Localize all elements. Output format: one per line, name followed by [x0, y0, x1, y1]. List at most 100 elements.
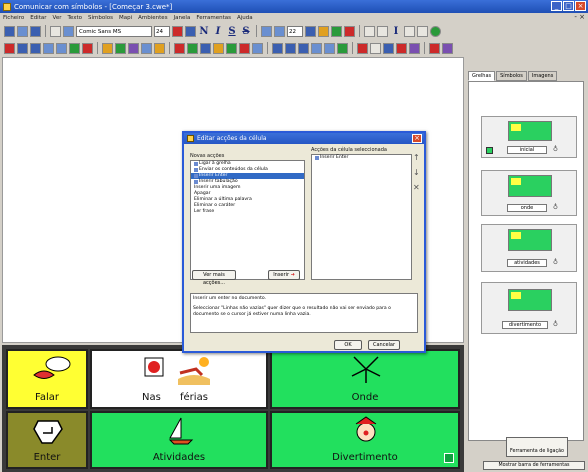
action-icon[interactable] [409, 42, 420, 54]
grid-tool-icon[interactable] [56, 42, 67, 54]
align-icon[interactable] [285, 42, 296, 54]
action-icon[interactable] [429, 42, 440, 54]
symbol-icon[interactable] [305, 25, 316, 37]
menu-ajuda[interactable]: Ajuda [237, 15, 253, 21]
font-select[interactable]: Comic Sans MS [76, 25, 152, 37]
page-icon[interactable] [417, 25, 428, 37]
paste-icon[interactable] [63, 25, 74, 37]
delete-grid-icon[interactable]: ♁ [552, 204, 559, 211]
cell-nas-ferias[interactable]: Nas férias [90, 349, 268, 409]
grid-tool-icon[interactable] [226, 42, 237, 54]
mostrar-barra-button[interactable]: Mostrar barra de ferramentas [483, 461, 585, 470]
align-icon[interactable] [324, 42, 335, 54]
play-icon[interactable] [430, 25, 441, 37]
numbered-list-icon[interactable] [261, 25, 272, 37]
align-icon[interactable] [311, 42, 322, 54]
action-icon[interactable] [370, 42, 381, 54]
grid-tool-icon[interactable] [252, 42, 263, 54]
menu-ver[interactable]: Ver [53, 15, 62, 21]
grid-tool-icon[interactable] [187, 42, 198, 54]
picture-icon[interactable] [318, 25, 329, 37]
grid-tool-icon[interactable] [213, 42, 224, 54]
italic-button[interactable]: I [212, 26, 224, 37]
ver-mais-acoes-button[interactable]: Ver mais acções... [192, 270, 236, 286]
highlight-icon[interactable] [344, 25, 355, 37]
cell-atividades[interactable]: Atividades [90, 411, 268, 469]
ok-button[interactable]: OK [334, 340, 362, 350]
grid-tool-icon[interactable] [69, 42, 80, 54]
inserir-button[interactable]: Inserir ➜ [268, 270, 300, 280]
move-up-icon[interactable]: ↑ [413, 153, 421, 162]
close-window-button[interactable]: × [575, 1, 586, 11]
font-size-select[interactable]: 24 [154, 25, 170, 37]
cell-enter[interactable]: Enter [6, 411, 88, 469]
grid-thumbnail[interactable] [508, 289, 552, 311]
novas-acoes-list[interactable]: Ligar à grelha Enviar os conteúdos da cé… [190, 160, 305, 280]
redo-icon[interactable] [377, 25, 388, 37]
color-icon[interactable] [172, 25, 183, 37]
move-down-icon[interactable]: ↓ [413, 168, 421, 177]
menu-simbolos[interactable]: Símbolos [88, 15, 113, 21]
symbol-size-select[interactable]: 22 [287, 25, 303, 37]
action-icon[interactable] [357, 42, 368, 54]
underline-button[interactable]: S [226, 26, 238, 37]
action-icon[interactable] [442, 42, 453, 54]
cell-divertimento[interactable]: Divertimento [270, 411, 460, 469]
menu-texto[interactable]: Texto [68, 15, 83, 21]
dialog-close-button[interactable]: × [412, 134, 422, 143]
maximize-button[interactable]: □ [563, 1, 574, 11]
menu-editar[interactable]: Editar [30, 15, 46, 21]
grid-tool-icon[interactable] [200, 42, 211, 54]
home-icon[interactable] [444, 453, 454, 463]
pointer-icon[interactable] [404, 25, 415, 37]
grid-name-inicial[interactable]: inicial [507, 146, 547, 154]
ferramenta-ligacao-button[interactable]: Ferramenta de ligação [506, 437, 568, 457]
grid-tool-icon[interactable] [115, 42, 126, 54]
tab-grelhas[interactable]: Grelhas [468, 71, 496, 81]
table-icon[interactable] [331, 25, 342, 37]
grid-tool-icon[interactable] [239, 42, 250, 54]
grid-thumbnail[interactable] [508, 229, 552, 251]
grid-tool-icon[interactable] [174, 42, 185, 54]
menu-janela[interactable]: Janela [174, 15, 191, 21]
grid-tool-icon[interactable] [30, 42, 41, 54]
align-icon[interactable] [272, 42, 283, 54]
grid-name-divertimento[interactable]: divertimento [502, 321, 548, 329]
list-item[interactable]: Ler frase [191, 209, 304, 215]
grid-name-onde[interactable]: onde [507, 204, 547, 212]
open-file-icon[interactable] [17, 25, 28, 37]
menu-mapi[interactable]: Mapi [119, 15, 132, 21]
delete-grid-icon[interactable]: ♁ [552, 146, 559, 153]
save-icon[interactable] [30, 25, 41, 37]
grid-tool-icon[interactable] [82, 42, 93, 54]
grid-tool-icon[interactable] [141, 42, 152, 54]
undo-icon[interactable] [364, 25, 375, 37]
menu-ferramentas[interactable]: Ferramentas [196, 15, 231, 21]
grid-tool-icon[interactable] [17, 42, 28, 54]
cancel-button[interactable]: Cancelar [368, 340, 400, 350]
grid-thumbnail[interactable] [508, 121, 552, 141]
bullet-list-icon[interactable] [274, 25, 285, 37]
minimize-button[interactable]: _ [551, 1, 562, 11]
align-icon[interactable] [298, 42, 309, 54]
mdi-close-icon[interactable]: - × [574, 13, 585, 21]
cell-onde[interactable]: Onde [270, 349, 460, 409]
tab-imagens[interactable]: Imagens [527, 71, 558, 81]
menu-ficheiro[interactable]: Ficheiro [3, 15, 24, 21]
grid-tool-icon[interactable] [43, 42, 54, 54]
grid-tool-icon[interactable] [128, 42, 139, 54]
align-icon[interactable] [337, 42, 348, 54]
action-icon[interactable] [396, 42, 407, 54]
copy-icon[interactable] [50, 25, 61, 37]
grid-thumbnail[interactable] [508, 175, 552, 197]
strikethrough-button[interactable]: S [240, 26, 252, 37]
grid-tool-icon[interactable] [4, 42, 15, 54]
text-cursor-icon[interactable]: I [390, 26, 402, 37]
action-icon[interactable] [383, 42, 394, 54]
delete-grid-icon[interactable]: ♁ [552, 259, 559, 266]
new-file-icon[interactable] [4, 25, 15, 37]
style-icon[interactable] [185, 25, 196, 37]
tab-simbolos[interactable]: Símbolos [496, 71, 527, 81]
remove-action-icon[interactable]: ✕ [413, 183, 421, 192]
bold-button[interactable]: N [198, 26, 210, 37]
